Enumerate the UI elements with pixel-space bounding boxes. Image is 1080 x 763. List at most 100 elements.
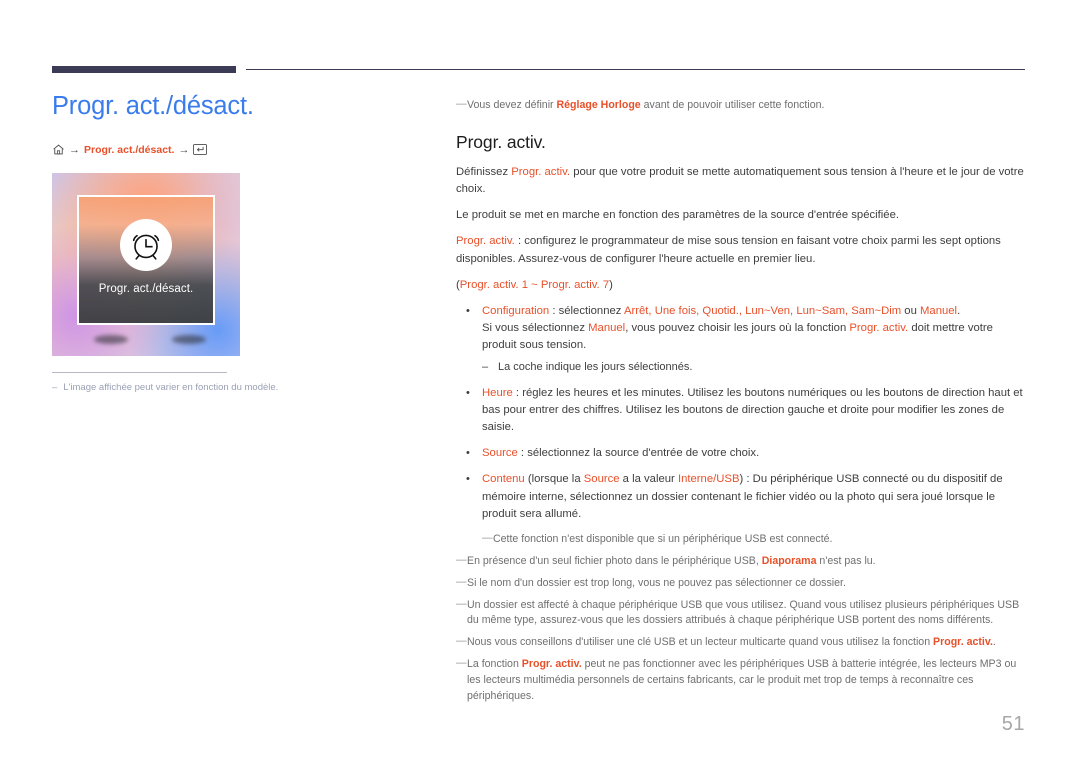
page-number: 51: [1001, 713, 1025, 735]
top-note-text: Vous devez définir Réglage Horloge avant…: [467, 98, 824, 114]
right-column: ― Vous devez définir Réglage Horloge ava…: [456, 98, 1026, 711]
bullet-contenu-interne-usb: Interne/USB: [677, 473, 740, 486]
bullet-contenu-source: Source: [583, 473, 620, 486]
bullet-heure-label: Heure: [482, 386, 513, 399]
paragraph-3-highlight: Progr. activ.: [456, 235, 515, 248]
breadcrumb-arrow-2: →: [178, 143, 190, 156]
note-recommendation-part2: .: [992, 636, 996, 649]
note-marker: ―: [482, 531, 493, 544]
breadcrumb: → Progr. act./désact. →: [52, 143, 422, 156]
stand-foot-right: [172, 335, 206, 345]
paragraph-3-text: : configurez le programmateur de mise so…: [456, 235, 1001, 265]
note-text: Si le nom d'un dossier est trop long, vo…: [467, 576, 846, 589]
bullet-contenu-text1: (lorsque la: [524, 473, 584, 486]
header-rule-thick: [52, 66, 236, 73]
bullet-dot: •: [466, 447, 470, 460]
note-text: La fonction Progr. activ. peut ne pas fo…: [467, 657, 1026, 705]
note-diaporama: ― En présence d'un seul fichier photo da…: [456, 554, 1026, 570]
enter-key-icon: [193, 144, 208, 156]
bullet-configuration-line2-hl2: Progr. activ.: [849, 321, 909, 334]
bullet-contenu-text: Contenu (lorsque la Source a la valeur I…: [482, 471, 1026, 522]
section-title: Progr. activ.: [456, 131, 546, 152]
note-recommendation-highlight: Progr. activ.: [933, 636, 993, 649]
note-marker: ―: [456, 597, 467, 610]
note-usb-recommendation: ― Nous vous conseillons d'utiliser une c…: [456, 635, 1026, 651]
image-note-dash: –: [52, 382, 58, 394]
sub-dash: –: [482, 361, 489, 374]
note-compatibility-highlight: Progr. activ.: [521, 658, 582, 671]
image-note-divider: [52, 372, 227, 374]
paragraph-3: Progr. activ. : configurez le programmat…: [456, 233, 1026, 267]
top-note-highlight: Réglage Horloge: [556, 99, 641, 111]
bullet-configuration-text3: .: [957, 304, 961, 317]
note-folder-assignment: ― Un dossier est affecté à chaque périph…: [456, 598, 1026, 630]
bullet-heure: • Heure : réglez les heures et les minut…: [466, 385, 1026, 436]
product-thumbnail: Progr. act./désact.: [52, 173, 240, 357]
stand-foot-left: [94, 335, 128, 345]
alarm-clock-icon: [120, 219, 172, 272]
image-note: – L'image affichée peut varier en foncti…: [52, 381, 422, 394]
top-note: ― Vous devez définir Réglage Horloge ava…: [456, 98, 1026, 114]
bullet-dot: •: [466, 386, 470, 399]
top-note-part1: Vous devez définir: [467, 99, 557, 111]
paragraph-4-range: Progr. activ. 1 ~ Progr. activ. 7: [459, 278, 610, 291]
note-text: En présence d'un seul fichier photo dans…: [467, 554, 876, 570]
note-text: Nous vous conseillons d'utiliser une clé…: [467, 635, 996, 651]
paragraph-2: Le produit se met en marche en fonction …: [456, 209, 899, 222]
bullet-heure-body: : réglez les heures et les minutes. Util…: [482, 386, 1023, 434]
note-marker: ―: [456, 98, 467, 110]
bullet-configuration-option-manuel: Manuel: [920, 304, 958, 317]
left-column: Progr. act./désact. → Progr. act./désact…: [52, 92, 422, 395]
page-title: Progr. act./désact.: [52, 92, 254, 120]
note-text: Cette fonction n'est disponible que si u…: [493, 532, 833, 545]
note-marker: ―: [456, 657, 467, 670]
bullet-source: • Source : sélectionnez la source d'entr…: [466, 445, 1026, 462]
bullet-contenu-text2: a la valeur: [619, 473, 678, 486]
note-diaporama-part2: n'est pas lu.: [816, 554, 876, 567]
note-marker: ―: [456, 553, 467, 566]
note-marker: ―: [456, 575, 467, 588]
breadcrumb-path: Progr. act./désact.: [84, 143, 175, 156]
paragraph-1-highlight: Progr. activ.: [511, 165, 571, 178]
note-usb-required: ― Cette fonction n'est disponible que si…: [482, 532, 1026, 548]
bullet-source-body: : sélectionnez la source d'entrée de vot…: [517, 447, 760, 460]
bullet-list: • Configuration : sélectionnez Arrêt, Un…: [466, 303, 1026, 523]
bullet-configuration-text: Configuration : sélectionnez Arrêt, Une …: [482, 303, 1026, 376]
header-rule-thin: [246, 69, 1025, 71]
bullet-source-text: Source : sélectionnez la source d'entrée…: [482, 445, 1026, 462]
bullet-configuration-line2b: , vous pouvez choisir les jours où la fo…: [625, 321, 850, 334]
bullet-contenu: • Contenu (lorsque la Source a la valeur…: [466, 471, 1026, 522]
home-icon: [52, 143, 65, 156]
note-diaporama-highlight: Diaporama: [761, 554, 817, 567]
note-text: Un dossier est affecté à chaque périphér…: [467, 598, 1020, 627]
bullet-contenu-label: Contenu: [482, 473, 525, 486]
bullet-configuration-options: Arrêt, Une fois, Quotid., Lun~Ven, Lun~S…: [623, 304, 902, 317]
note-folder-name: ― Si le nom d'un dossier est trop long, …: [456, 576, 1026, 592]
thumbnail-screen: Progr. act./désact.: [77, 195, 215, 326]
bullet-configuration-text1: : sélectionnez: [549, 304, 624, 317]
bullet-configuration-text2: ou: [901, 304, 921, 317]
note-marker: ―: [456, 635, 467, 648]
paragraph-1-part1: Définissez: [456, 165, 512, 178]
note-diaporama-part1: En présence d'un seul fichier photo dans…: [467, 554, 762, 567]
paragraph-4: (Progr. activ. 1 ~ Progr. activ. 7): [456, 277, 1026, 294]
paragraph-4-close: ): [609, 278, 613, 291]
bullet-configuration: • Configuration : sélectionnez Arrêt, Un…: [466, 303, 1026, 376]
breadcrumb-arrow-1: →: [69, 143, 80, 156]
bullet-source-label: Source: [482, 447, 518, 460]
thumbnail-label: Progr. act./désact.: [98, 283, 194, 296]
paragraph-1: Définissez Progr. activ. pour que votre …: [456, 164, 1026, 198]
note-compatibility: ― La fonction Progr. activ. peut ne pas …: [456, 657, 1026, 705]
bullet-heure-text: Heure : réglez les heures et les minutes…: [482, 385, 1026, 436]
bullet-configuration-label: Configuration: [482, 304, 550, 317]
bullet-dot: •: [466, 304, 470, 317]
bullet-dot: •: [466, 473, 470, 486]
image-note-text: L'image affichée peut varier en fonction…: [63, 382, 279, 394]
bullet-configuration-line2a: Si vous sélectionnez: [482, 321, 589, 334]
sub-text: La coche indique les jours sélectionnés.: [498, 361, 693, 374]
note-compatibility-part1: La fonction: [467, 658, 522, 671]
bullet-configuration-sub: – La coche indique les jours sélectionné…: [482, 359, 1026, 376]
note-recommendation-part1: Nous vous conseillons d'utiliser une clé…: [467, 636, 934, 649]
bullet-configuration-line2-hl: Manuel: [588, 321, 626, 334]
top-note-part2: avant de pouvoir utiliser cette fonction…: [640, 99, 825, 111]
